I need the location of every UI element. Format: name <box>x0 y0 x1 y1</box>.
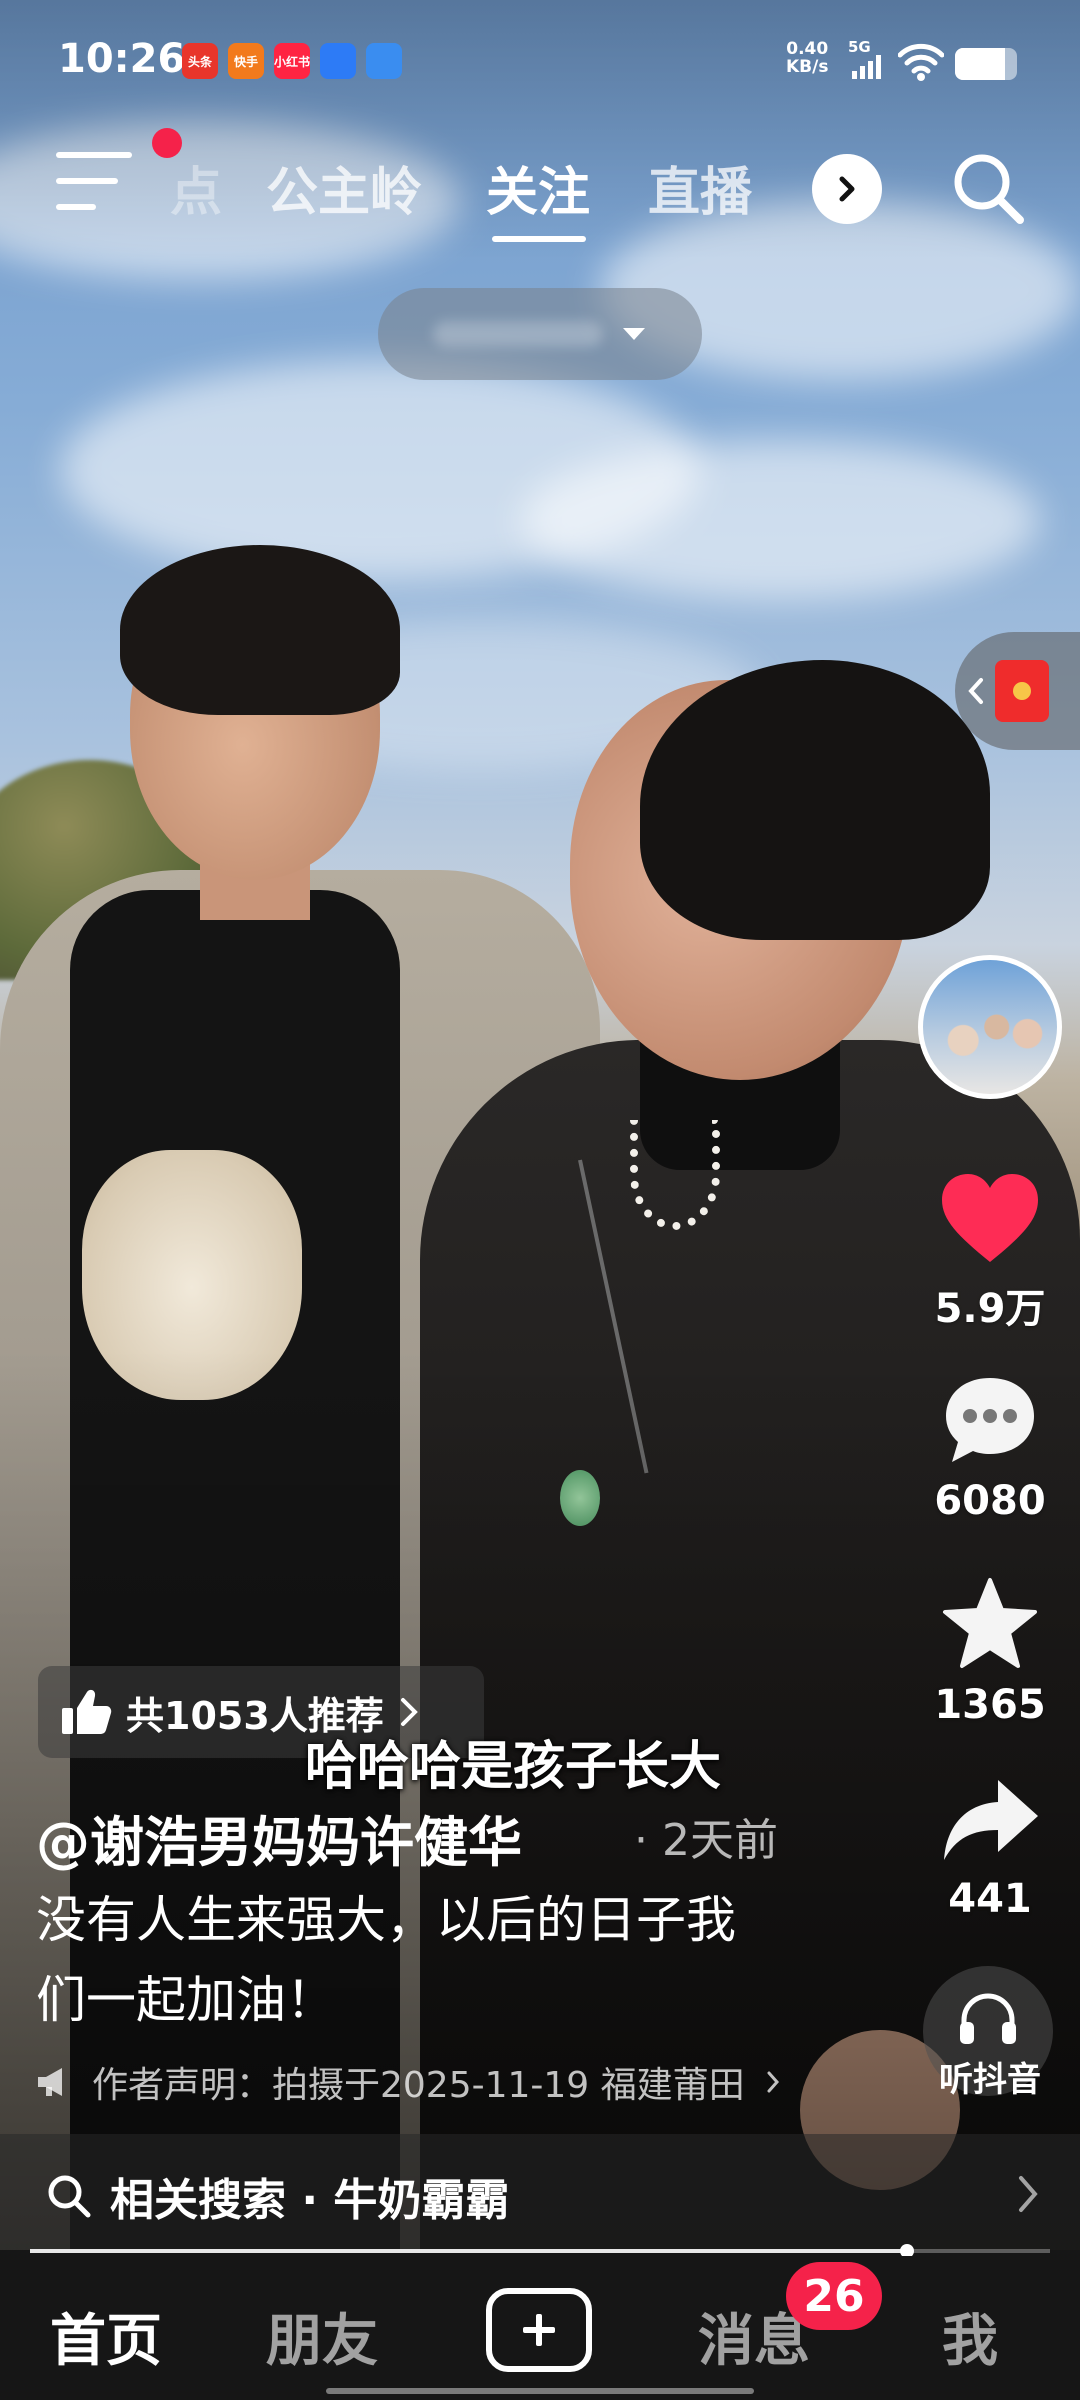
kuaishou-app-icon: 快手 <box>228 43 264 79</box>
like-count: 5.9万 <box>934 1286 1046 1332</box>
browser-app-icon <box>366 43 402 79</box>
share-button[interactable]: 441 <box>920 1776 1060 1922</box>
blue-app-icon <box>320 43 356 79</box>
notification-icons: 头条 快手 小红书 <box>182 43 402 79</box>
network-type: 5G <box>848 38 871 56</box>
share-icon <box>944 1780 1038 1860</box>
signal-icon <box>852 55 881 79</box>
create-post-button[interactable] <box>486 2288 592 2372</box>
progress-fill <box>30 2249 908 2253</box>
status-bar: 10:26 头条 快手 小红书 0.40 KB/s 5G <box>0 28 1080 98</box>
search-icon <box>954 154 1024 224</box>
wifi-icon <box>898 43 944 81</box>
related-search-bar[interactable]: 相关搜索 · 牛奶霸霸 <box>0 2134 1080 2258</box>
tab-home[interactable]: 首页 <box>50 2296 162 2377</box>
bottom-tab-bar: 首页 朋友 消息 我 <box>0 2256 1080 2400</box>
search-button[interactable] <box>946 146 1030 230</box>
heart-icon <box>942 1174 1038 1262</box>
top-tabs: 点 公主岭 关注 直播 <box>170 150 790 230</box>
post-time: · 2天前 <box>634 1815 778 1866</box>
video-caption[interactable]: 没有人生来强大，以后的日子我们一起加油！ <box>36 1880 776 2040</box>
messages-badge: 26 <box>786 2262 882 2330</box>
author-declaration[interactable]: 作者声明：拍摄于2025-11-19 福建莆田 <box>36 2056 876 2108</box>
comment-icon <box>946 1378 1034 1462</box>
blurred-location-label <box>433 321 603 347</box>
net-speed: 0.40 KB/s <box>786 39 829 77</box>
chevron-right-icon <box>767 2071 779 2093</box>
comment-button[interactable]: 6080 <box>920 1372 1060 1524</box>
author-avatar[interactable] <box>918 955 1062 1099</box>
tab-following[interactable]: 关注 <box>486 150 590 225</box>
red-packet-tab[interactable] <box>955 632 1080 750</box>
listen-douyin-label: 听抖音 <box>939 2060 1041 2100</box>
tab-partial[interactable]: 点 <box>170 150 222 225</box>
headphones-icon <box>960 1993 1016 2044</box>
active-tab-underline <box>492 236 586 242</box>
share-count: 441 <box>948 1876 1032 1922</box>
megaphone-icon <box>38 2068 62 2096</box>
menu-button[interactable] <box>56 152 136 214</box>
video-progress-bar[interactable] <box>30 2244 1050 2258</box>
comment-count: 6080 <box>934 1478 1046 1524</box>
xiaohongshu-app-icon: 小红书 <box>274 43 310 79</box>
tab-friends[interactable]: 朋友 <box>266 2296 378 2377</box>
chevron-left-icon <box>968 678 983 704</box>
favorite-count: 1365 <box>934 1682 1046 1728</box>
tab-gongzhuling[interactable]: 公主岭 <box>266 150 422 225</box>
star-icon <box>943 1578 1037 1668</box>
tab-live[interactable]: 直播 <box>648 150 752 225</box>
battery-icon <box>955 48 1017 80</box>
like-button[interactable]: 5.9万 <box>920 1170 1060 1334</box>
status-time: 10:26 <box>58 36 186 82</box>
location-filter-pill[interactable] <box>378 288 702 380</box>
video-subtitle: 哈哈哈是孩子长大 <box>305 1737 722 1797</box>
chevron-right-icon <box>839 176 855 202</box>
tab-me[interactable]: 我 <box>942 2296 998 2377</box>
thumbs-up-icon <box>62 1689 112 1734</box>
red-packet-icon <box>995 660 1049 722</box>
declaration-text: 作者声明：拍摄于2025-11-19 福建莆田 <box>92 2065 745 2106</box>
chevron-right-icon <box>1019 2176 1038 2212</box>
author-name[interactable]: @谢浩男妈妈许健华 <box>36 1798 522 1877</box>
plus-icon <box>523 2314 555 2346</box>
caret-down-icon <box>623 328 645 340</box>
home-indicator <box>326 2388 754 2394</box>
more-tabs-button[interactable] <box>812 154 882 224</box>
toutiao-app-icon: 头条 <box>182 43 218 79</box>
related-search-text: 相关搜索 · 牛奶霸霸 <box>110 2175 510 2226</box>
favorite-button[interactable]: 1365 <box>920 1576 1060 1728</box>
search-icon <box>48 2175 91 2218</box>
